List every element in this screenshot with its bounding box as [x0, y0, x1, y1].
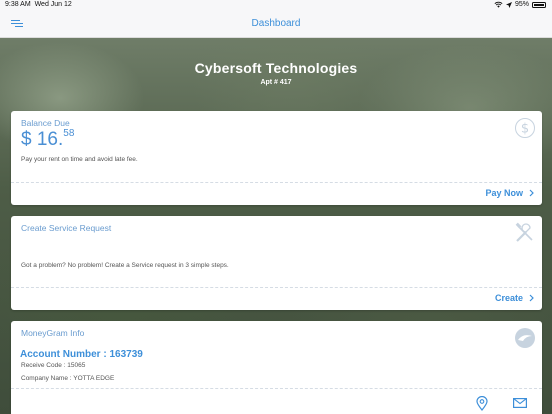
balance-message: Pay your rent on time and avoid late fee… — [21, 156, 138, 163]
battery-percent: 95% — [514, 1, 529, 8]
company-name-info: Company Name : YOTTA EDGE — [21, 375, 115, 382]
moneygram-icon — [515, 328, 535, 348]
chevron-right-icon — [529, 189, 534, 197]
service-title: Create Service Request — [21, 223, 112, 233]
moneygram-title: MoneyGram Info — [21, 328, 85, 338]
dollar-icon: $ — [515, 118, 535, 138]
balance-due-card: Balance Due $ $ 16.58 Pay your rent on t… — [11, 111, 542, 205]
apartment-number: Apt # 417 — [260, 79, 292, 86]
account-number: Account Number : 163739 — [20, 349, 143, 360]
receive-code: Receive Code : 15065 — [21, 362, 86, 369]
svg-text:$: $ — [521, 122, 529, 137]
battery-icon — [532, 1, 546, 8]
divider — [11, 287, 542, 288]
divider — [11, 388, 542, 389]
moneygram-card: MoneyGram Info Account Number : 163739 R… — [11, 321, 542, 414]
balance-amount: $ 16.58 — [21, 128, 75, 150]
company-name: Cybersoft Technologies — [194, 60, 358, 76]
create-service-button[interactable]: Create — [495, 293, 534, 303]
status-time: 9:38 AM Wed Jun 12 — [5, 1, 72, 8]
page-title: Dashboard — [251, 18, 301, 29]
mail-icon[interactable] — [513, 398, 527, 408]
wifi-icon — [494, 1, 503, 8]
balance-title: Balance Due — [21, 118, 70, 128]
service-request-card: Create Service Request Got a problem? No… — [11, 216, 542, 310]
pay-now-button[interactable]: Pay Now — [485, 188, 534, 198]
location-arrow-icon — [505, 1, 512, 8]
map-pin-icon[interactable] — [476, 396, 488, 411]
navigation-bar: Dashboard — [0, 11, 552, 38]
status-bar: 9:38 AM Wed Jun 12 95% — [0, 0, 552, 11]
tools-icon — [515, 222, 533, 242]
divider — [11, 182, 542, 183]
status-indicators: 95% — [494, 1, 546, 8]
service-message: Got a problem? No problem! Create a Serv… — [21, 262, 229, 269]
property-header: Cybersoft Technologies Apt # 417 — [0, 60, 552, 86]
chevron-right-icon — [529, 294, 534, 302]
